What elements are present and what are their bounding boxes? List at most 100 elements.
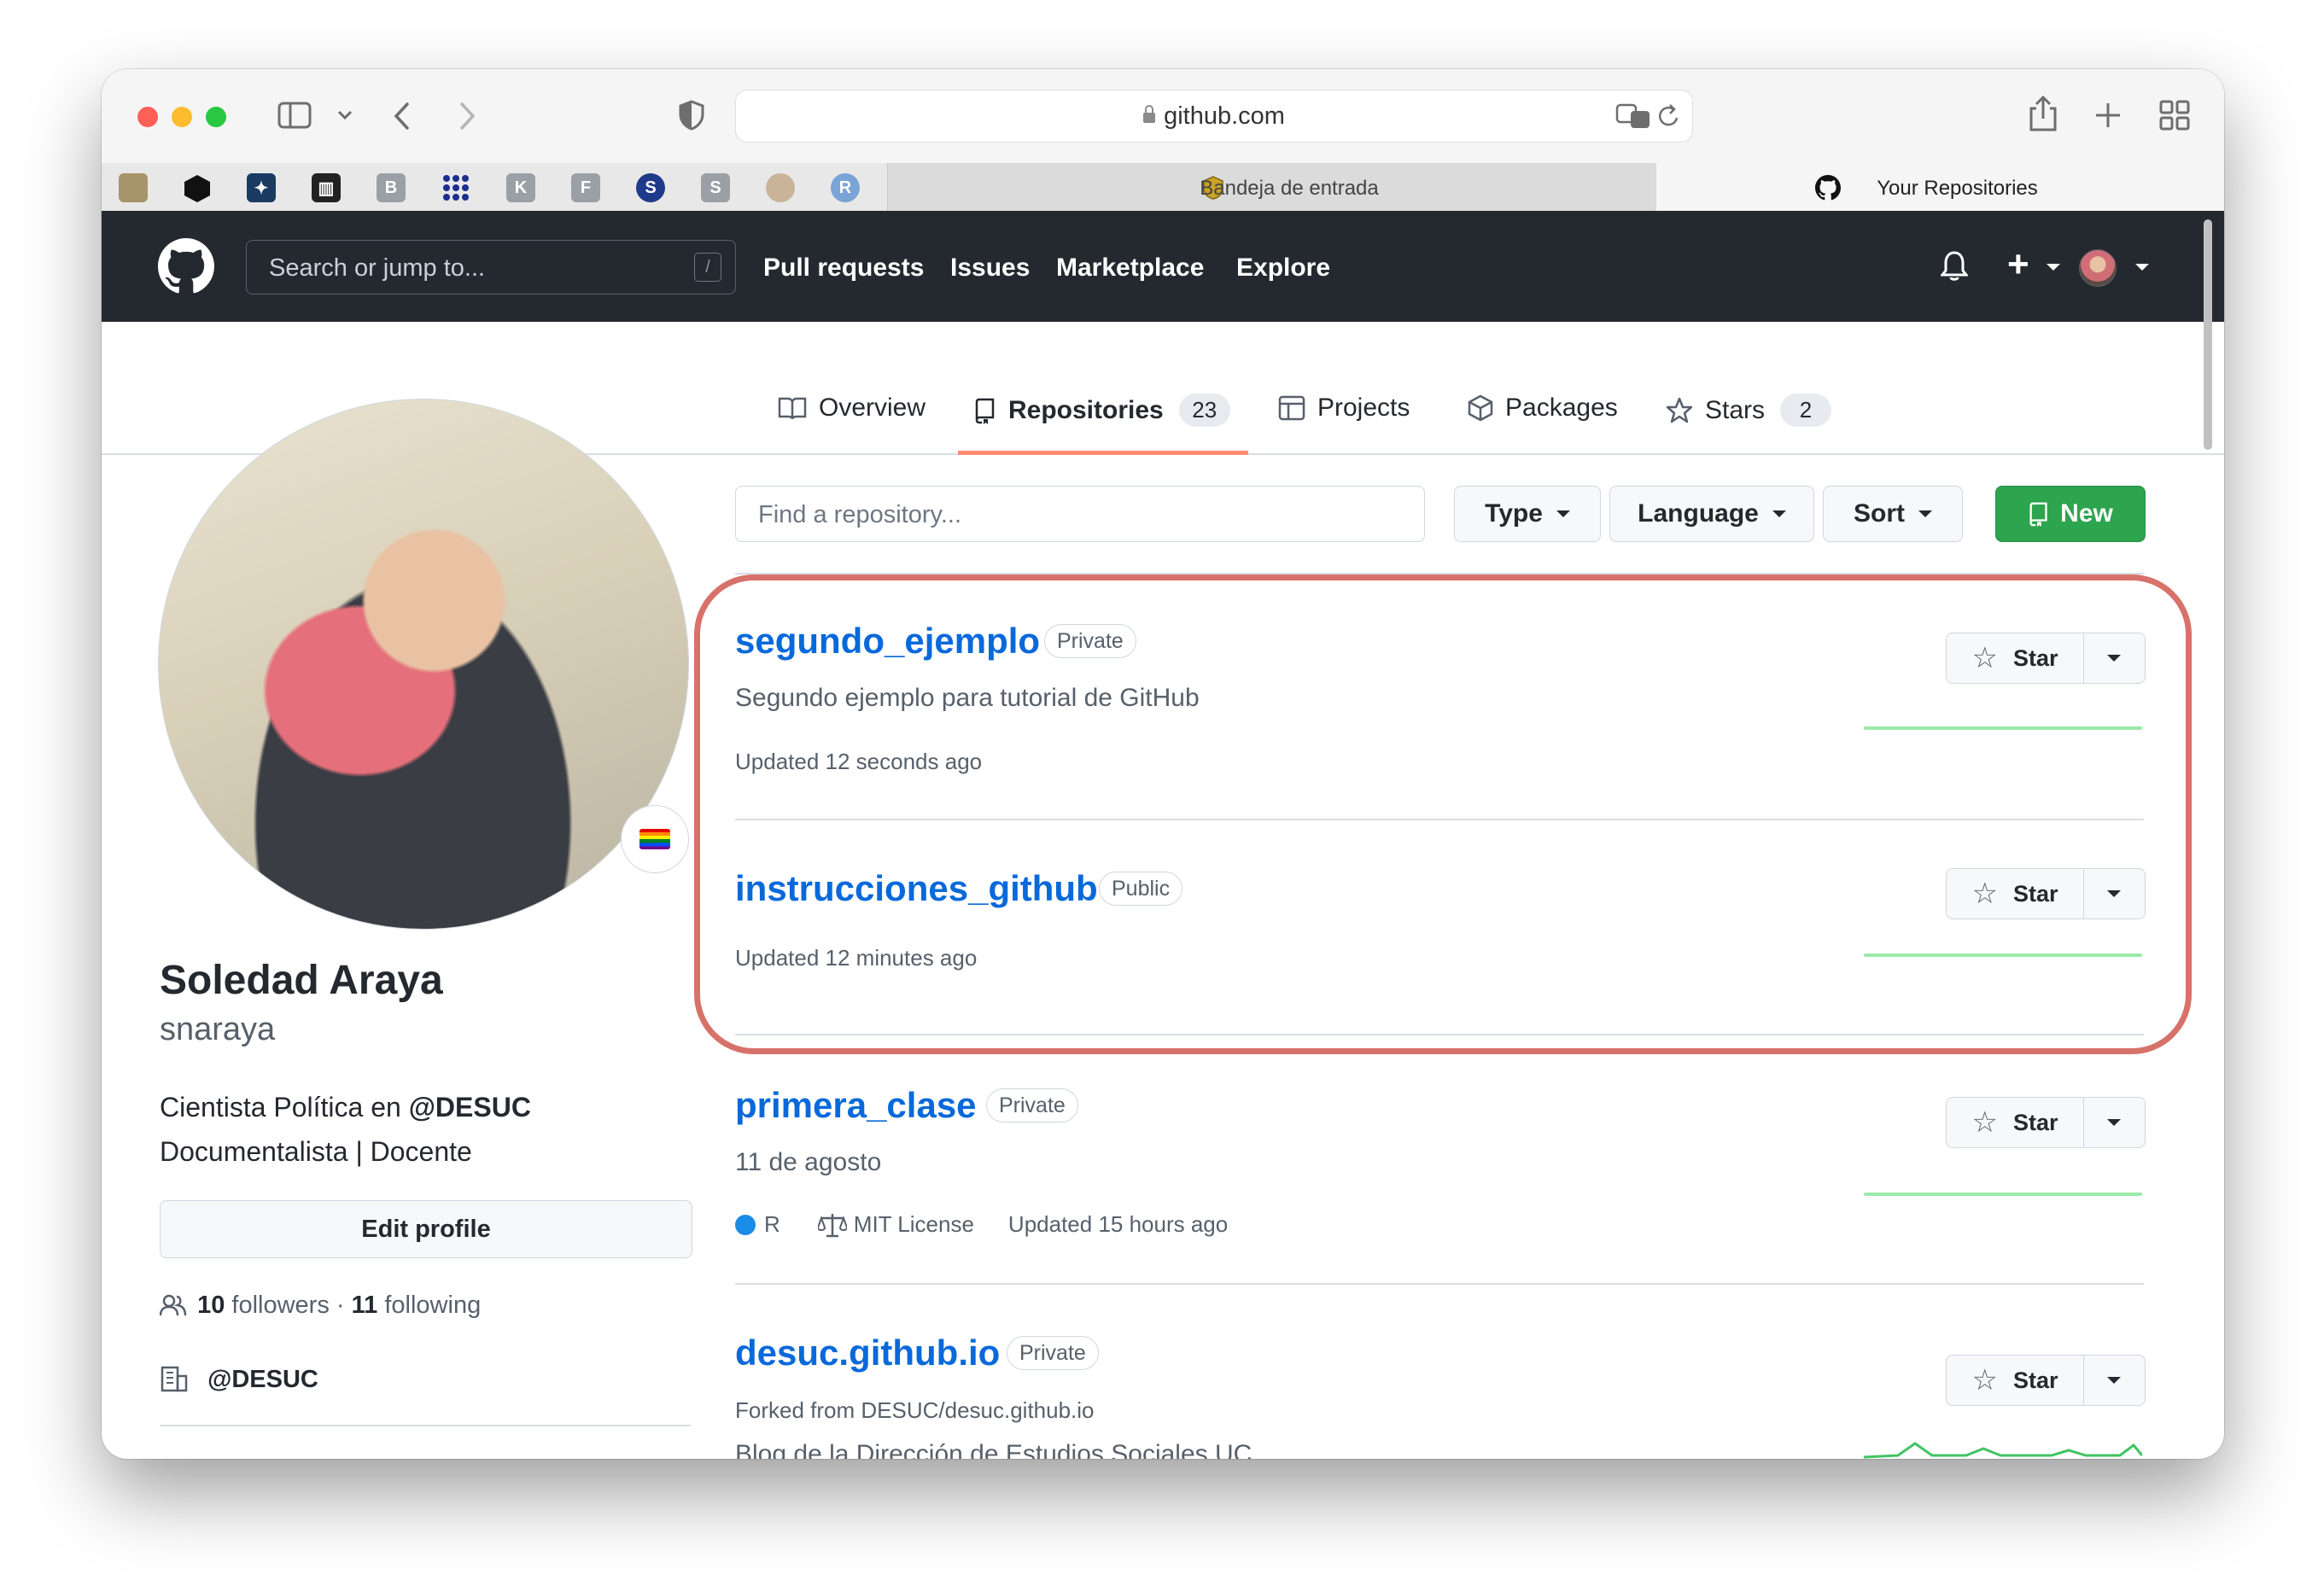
repo-name-link[interactable]: primera_clase bbox=[735, 1085, 977, 1126]
edit-profile-button[interactable]: Edit profile bbox=[160, 1200, 692, 1258]
star-button[interactable]: ☆ Star bbox=[1946, 1097, 2146, 1148]
user-menu-caret-icon[interactable] bbox=[2135, 264, 2149, 271]
filter-divider bbox=[735, 573, 2144, 574]
address-bar[interactable]: github.com bbox=[735, 90, 1693, 143]
minimize-window-button[interactable] bbox=[172, 107, 192, 127]
language-color-dot bbox=[735, 1214, 756, 1235]
favorite-avatar-icon[interactable] bbox=[766, 173, 795, 202]
repo-name-link[interactable]: instrucciones_github bbox=[735, 868, 1098, 909]
law-scale-icon bbox=[817, 1213, 847, 1237]
bio-text: Cientista Política en bbox=[160, 1092, 409, 1123]
favorite-star-icon[interactable]: ✦ bbox=[247, 173, 276, 202]
tab-packages[interactable]: Packages bbox=[1468, 394, 1618, 423]
repo-name-link[interactable]: desuc.github.io bbox=[735, 1332, 1000, 1373]
sidebar-divider bbox=[160, 1425, 691, 1426]
profile-avatar[interactable] bbox=[158, 399, 689, 930]
favorite-grid-icon[interactable] bbox=[441, 173, 470, 202]
zoom-window-button[interactable] bbox=[206, 107, 226, 127]
star-button-main[interactable]: ☆ Star bbox=[1947, 633, 2084, 683]
status-emoji-button[interactable] bbox=[621, 805, 689, 873]
tab-repositories-label: Repositories bbox=[1008, 395, 1164, 424]
repo-description: Blog de la Dirección de Estudios Sociale… bbox=[735, 1440, 1253, 1459]
favorite-r-icon[interactable]: R bbox=[831, 173, 860, 202]
chevron-down-icon[interactable] bbox=[337, 110, 353, 120]
star-button[interactable]: ☆ Star bbox=[1946, 633, 2146, 684]
profile-organization: @DESUC bbox=[160, 1365, 318, 1394]
star-list-dropdown[interactable] bbox=[2083, 633, 2145, 683]
github-logo-icon[interactable] bbox=[158, 238, 214, 294]
repo-license[interactable]: MIT License bbox=[854, 1211, 974, 1238]
tab-your-repositories[interactable]: Your Repositories bbox=[1656, 163, 2224, 211]
favorite-map-icon[interactable] bbox=[119, 173, 148, 202]
forked-from-link[interactable]: Forked from DESUC/desuc.github.io bbox=[735, 1397, 1095, 1424]
tab-projects[interactable]: Projects bbox=[1278, 394, 1410, 423]
tab-overview-label: Overview bbox=[819, 394, 926, 422]
new-button-label: New bbox=[2060, 499, 2113, 528]
tab-bandeja[interactable]: Bandeja de entrada bbox=[887, 163, 1657, 211]
star-outline-icon: ☆ bbox=[1971, 1364, 1998, 1397]
new-repository-button[interactable]: New bbox=[1995, 486, 2146, 542]
favorite-f-icon[interactable]: F bbox=[571, 173, 600, 202]
notifications-bell-icon[interactable] bbox=[1941, 250, 1968, 283]
star-button-main[interactable]: ☆ Star bbox=[1947, 1356, 2084, 1405]
favorite-hexagon-icon[interactable] bbox=[182, 173, 213, 204]
star-label: Star bbox=[2012, 880, 2058, 907]
repo-name-link[interactable]: segundo_ejemplo bbox=[735, 621, 1040, 662]
close-window-button[interactable] bbox=[137, 107, 158, 127]
star-list-dropdown[interactable] bbox=[2083, 1098, 2145, 1147]
repo-meta-row: R MIT License Updated 15 hours ago bbox=[735, 1211, 1228, 1238]
language-filter-dropdown[interactable]: Language bbox=[1609, 486, 1814, 542]
github-header: Search or jump to... / Pull requests Iss… bbox=[102, 211, 2224, 322]
package-icon bbox=[1468, 394, 1493, 422]
create-new-caret-icon[interactable] bbox=[2047, 264, 2060, 271]
type-filter-dropdown[interactable]: Type bbox=[1454, 486, 1601, 542]
favorite-s-label: S bbox=[709, 178, 721, 197]
bio-org-mention[interactable]: @DESUC bbox=[409, 1092, 531, 1123]
star-list-dropdown[interactable] bbox=[2083, 1356, 2145, 1405]
followers-link[interactable]: 10 followers bbox=[197, 1292, 330, 1319]
nav-marketplace[interactable]: Marketplace bbox=[1056, 254, 1204, 283]
sort-label: Sort bbox=[1854, 499, 1905, 528]
back-icon[interactable] bbox=[392, 102, 412, 131]
star-outline-icon: ☆ bbox=[1971, 1106, 1998, 1139]
tab-bandeja-label: Bandeja de entrada bbox=[1200, 177, 1379, 200]
favorite-s-icon[interactable]: S bbox=[701, 173, 730, 202]
tab-overview[interactable]: Overview bbox=[778, 394, 926, 423]
nav-issues[interactable]: Issues bbox=[950, 254, 1030, 283]
organization-label[interactable]: @DESUC bbox=[207, 1366, 318, 1393]
translate-icon[interactable] bbox=[1615, 102, 1651, 130]
star-button-main[interactable]: ☆ Star bbox=[1947, 1098, 2084, 1147]
activity-sparkline bbox=[1864, 1442, 2142, 1459]
page-scrollbar[interactable] bbox=[2204, 219, 2212, 450]
follow-separator: · bbox=[336, 1292, 345, 1319]
nav-pull-requests[interactable]: Pull requests bbox=[763, 254, 924, 283]
user-avatar-menu[interactable] bbox=[2079, 249, 2117, 287]
find-repository-input[interactable]: Find a repository... bbox=[735, 486, 1425, 542]
favorite-k-icon[interactable]: K bbox=[506, 173, 535, 202]
search-placeholder: Search or jump to... bbox=[269, 254, 486, 282]
sort-dropdown[interactable]: Sort bbox=[1823, 486, 1963, 542]
type-caret-icon bbox=[1556, 510, 1570, 517]
favorite-b-icon[interactable]: B bbox=[377, 173, 406, 202]
visibility-badge: Private bbox=[1044, 624, 1136, 658]
tab-repositories[interactable]: Repositories 23 bbox=[974, 394, 1230, 427]
favorite-building-icon[interactable]: ▥ bbox=[312, 173, 341, 202]
create-new-plus-icon[interactable]: + bbox=[2007, 243, 2029, 286]
sidebar-icon[interactable] bbox=[277, 102, 312, 129]
favorite-s-circle-icon[interactable]: S bbox=[636, 173, 665, 202]
star-button-main[interactable]: ☆ Star bbox=[1947, 869, 2084, 918]
reload-icon[interactable] bbox=[1656, 102, 1682, 130]
share-icon[interactable] bbox=[2028, 95, 2058, 132]
global-search-input[interactable]: Search or jump to... / bbox=[246, 240, 736, 294]
tab-overview-icon[interactable] bbox=[2159, 100, 2190, 131]
profile-username: snaraya bbox=[160, 1012, 276, 1047]
nav-explore[interactable]: Explore bbox=[1236, 254, 1330, 283]
forward-icon[interactable] bbox=[457, 102, 477, 131]
star-list-dropdown[interactable] bbox=[2083, 869, 2145, 918]
tab-stars[interactable]: Stars 2 bbox=[1666, 394, 1832, 427]
privacy-shield-icon[interactable] bbox=[679, 100, 704, 131]
star-button[interactable]: ☆ Star bbox=[1946, 1355, 2146, 1406]
star-button[interactable]: ☆ Star bbox=[1946, 868, 2146, 919]
new-tab-icon[interactable] bbox=[2094, 102, 2122, 129]
following-link[interactable]: 11 following bbox=[352, 1292, 482, 1319]
